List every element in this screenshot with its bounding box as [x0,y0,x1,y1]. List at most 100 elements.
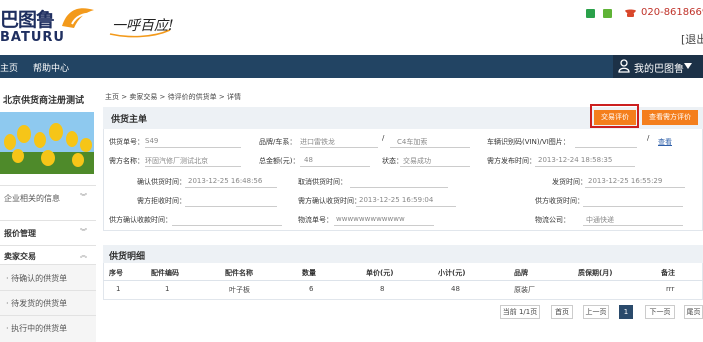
sidebar-divider [0,220,96,221]
sidebar-divider [0,315,96,316]
sidebar-item-pending-ship[interactable]: · 待发货的供货单 [6,298,67,309]
chevron-down-icon[interactable]: ︾ [80,227,87,237]
status-label: 状态： [382,157,403,165]
user-icon [618,59,630,73]
underline [356,206,456,207]
column-header: 小计(元) [438,269,466,277]
brand-label: 品牌/车系： [259,138,297,146]
order-no-value: S49 [145,137,159,145]
series-value: C4车加索 [397,138,428,146]
underline [145,147,241,148]
breadcrumb[interactable]: 主页 > 卖家交易 > 待评价的供货单 > 详情 [105,92,241,102]
slash: / [382,134,385,142]
ship-label: 发货时间： [552,178,587,186]
table-cell: rrr [666,285,675,293]
confirm-value: 2013-12-25 16:48:56 [188,177,263,185]
underline [172,225,282,226]
buyer-label: 需方名称： [109,157,144,165]
slogan-text: 一呼百应! [112,18,174,34]
trade-eval-button[interactable]: 交易评价 [594,110,636,125]
total-value: 48 [304,156,313,164]
order-panel-title: 供货主单 [111,115,148,125]
chevron-down-icon[interactable]: ︾ [80,192,87,202]
underline [334,225,434,226]
last-page-button[interactable]: 尾页 [684,305,703,319]
buyer-value: 环固汽修厂测试北京 [145,157,208,165]
chevron-down-icon[interactable] [684,63,692,69]
company-photo [0,112,94,174]
receive-label: 需方确认收货时间： [298,197,361,205]
company-name: 北京供货商注册测试 [3,96,85,106]
underline [575,147,637,148]
logistics-no-label: 物流单号： [298,216,333,224]
publish-label: 需方发布时间： [487,157,536,165]
status-value: 交易成功 [403,157,431,165]
user-menu-label[interactable]: 我的巴图鲁 [634,60,684,75]
logistics-co-label: 物流公司： [535,216,570,224]
sidebar-item-quote[interactable]: 报价管理 [4,228,36,239]
supplier-confirm-label: 供方确认收款时间： [109,216,172,224]
table-cell: 1 [165,285,170,293]
confirm-label: 确认供货时间： [137,178,186,186]
underline [585,187,685,188]
sidebar-divider [0,245,96,246]
next-page-button[interactable]: 下一页 [645,305,675,319]
wechat-icon[interactable] [586,9,595,18]
total-label: 总金额(元)： [259,157,300,165]
underline [145,166,241,167]
order-no-label: 供货单号： [109,138,144,146]
logo-text-en: BATURU [0,30,65,45]
column-header: 配件编码 [151,269,179,277]
nav-help[interactable]: 帮助中心 [33,61,69,74]
sidebar-item-in-progress[interactable]: · 执行中的供货单 [6,323,67,334]
logo-text: 巴图鲁 [0,9,55,31]
sidebar-item-pending-confirm[interactable]: · 待确认的供货单 [6,273,67,284]
slash: / [647,134,650,142]
underline [390,147,470,148]
chevron-up-icon[interactable]: ︽ [80,250,87,260]
publish-value: 2013-12-24 18:58:35 [538,156,613,164]
slogan: 一呼百应! [108,8,174,38]
view-vin-link[interactable]: 查看 [658,137,672,147]
sidebar-item-seller-trade[interactable]: 卖家交易 [4,251,36,262]
share-icon[interactable] [603,9,612,18]
underline [300,166,370,167]
table-cell: 叶子板 [229,286,250,294]
underline [350,187,448,188]
detail-panel-title: 供货明细 [109,252,146,262]
underline [535,166,635,167]
table-cell: 1 [116,285,121,293]
sidebar-divider [0,290,96,291]
phone-number: 020-8618669 [641,7,703,18]
column-header: 单价(元) [366,269,394,277]
logo-mark-icon [62,8,94,28]
prev-page-button[interactable]: 上一页 [583,305,609,319]
underline [185,187,277,188]
main-nav [0,55,703,78]
logistics-co-value: 中通快递 [586,216,614,224]
current-page-button[interactable]: 1 [619,305,633,319]
table-cell: 6 [309,285,314,293]
first-page-button[interactable]: 首页 [551,305,573,319]
table-cell: 48 [451,285,460,293]
sidebar-divider [0,185,96,186]
table-cell: 8 [380,285,385,293]
logout-link[interactable]: [退出 [681,31,703,47]
reject-label: 需方拒收时间： [137,197,186,205]
cancel-label: 取消供货时间： [298,178,347,186]
column-header: 品牌 [514,269,528,277]
nav-home[interactable]: 主页 [0,61,18,74]
column-header: 备注 [661,269,675,277]
detail-panel-header [103,245,703,263]
underline [300,147,378,148]
sidebar-item-company-info[interactable]: 企业相关的信息 [4,193,60,204]
vin-label: 车辆识别码(VIN)/VI图片： [487,138,570,146]
ship-value: 2013-12-25 16:55:29 [588,177,663,185]
sidebar-divider [0,264,96,265]
table-cell: 原装厂 [514,286,535,294]
receive-value: 2013-12-25 16:59:04 [359,196,434,204]
row-divider [103,280,703,281]
underline [400,166,470,167]
view-buyer-eval-button[interactable]: 查看需方评价 [642,110,698,125]
column-header: 配件名称 [225,269,253,277]
